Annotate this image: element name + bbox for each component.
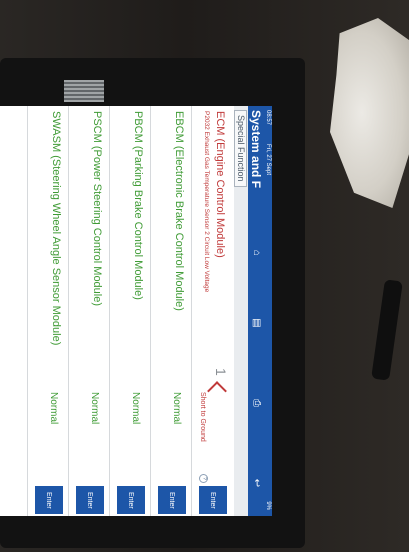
- module-name: PBCM (Parking Brake Control Module): [132, 111, 144, 300]
- module-row-swasm[interactable]: SWASM (Steering Wheel Angle Sensor Modul…: [27, 106, 68, 516]
- module-list: ECM (Engine Control Module) P2032 Exhaus…: [27, 106, 232, 516]
- title-bar: System and F ⌂ ▤ ⎙ ↩: [248, 106, 264, 516]
- battery-level: 9%: [265, 501, 271, 510]
- special-function-button[interactable]: Special Function: [234, 110, 247, 187]
- page-title: System and F: [249, 110, 263, 189]
- sub-toolbar: Special Function: [234, 106, 248, 516]
- enter-button-ecm[interactable]: Enter: [199, 486, 227, 514]
- print-icon[interactable]: ⎙: [250, 396, 262, 410]
- status-date: Fri, 27 Sept: [265, 144, 271, 176]
- module-row-ecm[interactable]: ECM (Engine Control Module) P2032 Exhaus…: [191, 106, 232, 516]
- report-icon[interactable]: ▤: [250, 316, 262, 330]
- home-icon[interactable]: ⌂: [250, 246, 262, 260]
- module-status: Normal: [48, 392, 59, 425]
- fault-chevron-icon: [207, 381, 227, 401]
- help-icon[interactable]: ?: [199, 474, 208, 483]
- module-status: Normal: [171, 392, 182, 425]
- module-name: ECM (Engine Control Module): [214, 111, 226, 258]
- module-name: EBCM (Electronic Brake Control Module): [173, 111, 185, 311]
- module-row-pbcm[interactable]: PBCM (Parking Brake Control Module) Norm…: [109, 106, 150, 516]
- fault-count: 1: [213, 368, 229, 376]
- status-bar: 08:57 Fri, 27 Sept 9%: [264, 106, 272, 516]
- module-row-pscm[interactable]: PSCM (Power Steering Control Module) Nor…: [68, 106, 109, 516]
- module-row-ebcm[interactable]: EBCM (Electronic Brake Control Module) N…: [150, 106, 191, 516]
- enter-button-pbcm[interactable]: Enter: [117, 486, 145, 514]
- back-icon[interactable]: ↩: [250, 476, 262, 490]
- status-time: 08:57: [265, 110, 271, 126]
- fault-status: Short to Ground: [199, 392, 206, 442]
- module-status: Normal: [130, 392, 141, 425]
- dtc-description: P2032 Exhaust Gas Temperature Sensor 2 C…: [203, 111, 210, 293]
- enter-button-pscm[interactable]: Enter: [76, 486, 104, 514]
- module-name: SWASM (Steering Wheel Angle Sensor Modul…: [50, 111, 62, 346]
- enter-button-ebcm[interactable]: Enter: [158, 486, 186, 514]
- module-status: Normal: [89, 392, 100, 425]
- camera-glare: [64, 80, 104, 102]
- tablet-screen: 08:57 Fri, 27 Sept 9% System and F ⌂ ▤ ⎙…: [0, 106, 272, 516]
- module-name: PSCM (Power Steering Control Module): [91, 111, 103, 307]
- tablet-screen-clip: 08:57 Fri, 27 Sept 9% System and F ⌂ ▤ ⎙…: [0, 106, 272, 516]
- enter-button-swasm[interactable]: Enter: [35, 486, 63, 514]
